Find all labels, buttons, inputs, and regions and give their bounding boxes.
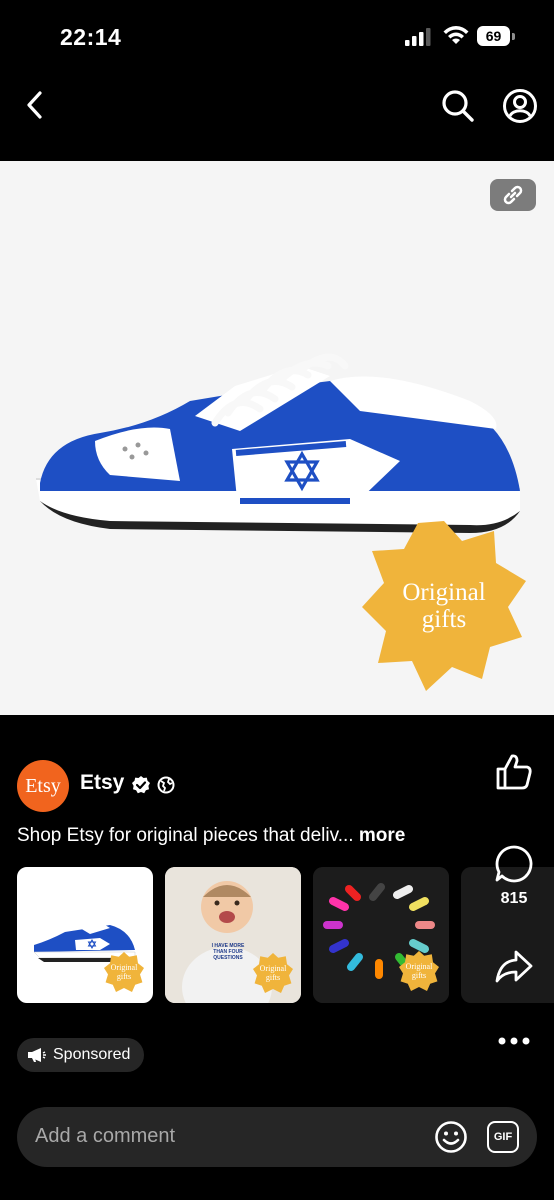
- shirt-text: I HAVE MORE THAN FOUR QUESTIONS: [211, 943, 245, 961]
- emoji-icon[interactable]: [434, 1120, 468, 1154]
- verified-icon: [132, 776, 150, 794]
- profile-button[interactable]: [500, 86, 540, 126]
- sponsored-label: Sponsored: [53, 1046, 131, 1063]
- wifi-icon: [443, 26, 469, 44]
- thumbnail-horns[interactable]: Original gifts: [313, 867, 449, 1003]
- cellular-signal-icon: [405, 28, 431, 46]
- more-link[interactable]: more: [359, 825, 405, 846]
- sponsored-badge[interactable]: Sponsored: [17, 1038, 145, 1072]
- search-button[interactable]: [438, 86, 478, 126]
- thumbs-up-icon: [496, 754, 532, 790]
- share-button[interactable]: [490, 942, 538, 990]
- description-text: Shop Etsy for original pieces that deliv…: [17, 825, 354, 846]
- comment-button[interactable]: [490, 840, 538, 888]
- brand-name[interactable]: Etsy: [80, 771, 124, 795]
- post-description[interactable]: Shop Etsy for original pieces that deliv…: [17, 825, 405, 847]
- badge-line-1: Original: [402, 579, 486, 606]
- link-icon: [503, 185, 523, 205]
- like-button[interactable]: [490, 748, 538, 796]
- thumbnail-sneaker[interactable]: Original gifts: [17, 867, 153, 1003]
- more-options-button[interactable]: [490, 1024, 538, 1058]
- back-button[interactable]: [18, 86, 52, 124]
- avatar-text: Etsy: [25, 774, 61, 797]
- megaphone-icon: [28, 1048, 46, 1062]
- badge-line-2: gifts: [421, 606, 467, 633]
- avatar[interactable]: Etsy: [17, 760, 69, 812]
- gif-button[interactable]: GIF: [487, 1121, 519, 1153]
- profile-icon: [503, 89, 537, 123]
- thumbnail-baby[interactable]: I HAVE MORE THAN FOUR QUESTIONS Original…: [165, 867, 301, 1003]
- comment-input[interactable]: Add a comment: [35, 1125, 175, 1148]
- comment-bar[interactable]: Add a comment GIF: [17, 1107, 537, 1167]
- battery-level: 69: [477, 26, 510, 46]
- original-gifts-badge: Original gifts: [362, 521, 526, 691]
- link-button[interactable]: [490, 179, 536, 211]
- thumbnail-carousel[interactable]: Original gifts I HAVE MORE THAN FOUR QUE…: [17, 867, 554, 1003]
- battery-indicator: 69: [477, 26, 517, 46]
- search-icon: [442, 90, 474, 122]
- product-image[interactable]: Original gifts: [0, 161, 554, 715]
- comment-bubble-icon: [495, 845, 533, 883]
- globe-icon: [157, 776, 175, 794]
- more-dots-icon: [498, 1037, 530, 1045]
- back-arrow-icon: [27, 91, 42, 119]
- status-time: 22:14: [60, 24, 122, 50]
- share-arrow-icon: [495, 950, 533, 983]
- comment-count: 815: [500, 890, 528, 907]
